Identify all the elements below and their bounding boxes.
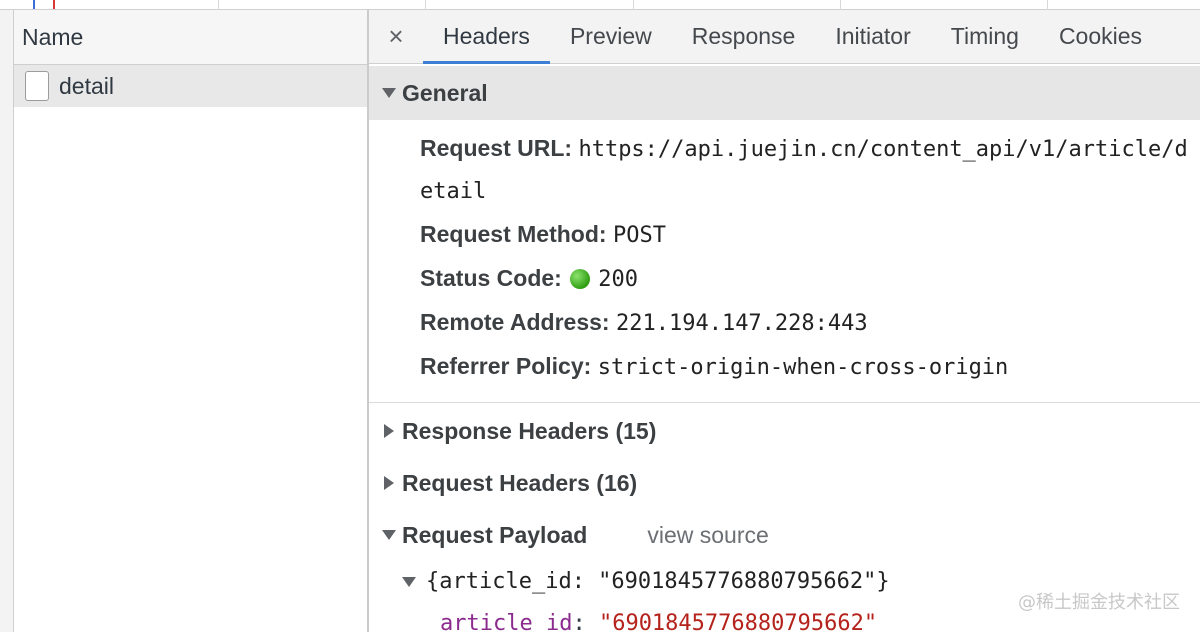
timeline-overview[interactable] [0, 0, 1200, 10]
referrer-policy-row: Referrer Policy: strict-origin-when-cros… [420, 346, 1200, 388]
general-section-title: General [402, 79, 488, 106]
request-headers-section-header[interactable]: Request Headers (16) [369, 457, 1200, 509]
triangle-right-icon [384, 424, 394, 438]
timeline-tick [840, 0, 841, 10]
document-icon [25, 71, 49, 101]
dom-content-loaded-marker [33, 0, 35, 9]
timeline-tick [425, 0, 426, 10]
request-method-value: POST [612, 223, 666, 248]
remote-address-value: 221.194.147.228:443 [615, 311, 868, 336]
referrer-policy-label: Referrer Policy: [420, 353, 592, 379]
remote-address-label: Remote Address: [420, 309, 610, 335]
status-code-row: Status Code: 200 [420, 258, 1200, 300]
triangle-down-icon [382, 88, 396, 98]
name-column-header-label: Name [22, 23, 84, 50]
close-icon[interactable]: × [369, 10, 423, 63]
status-ok-icon [570, 269, 591, 289]
response-headers-title: Response Headers (15) [402, 417, 657, 444]
payload-value: "6901845776880795662" [598, 611, 878, 632]
payload-colon: : [572, 611, 599, 632]
general-section-body: Request URL: https://api.juejin.cn/conte… [369, 120, 1200, 403]
tab-initiator[interactable]: Initiator [815, 10, 930, 63]
tab-response[interactable]: Response [672, 10, 816, 63]
general-section-header[interactable]: General [369, 66, 1200, 120]
detail-tabbar: × Headers Preview Response Initiator Tim… [369, 10, 1200, 64]
status-code-label: Status Code: [420, 265, 562, 291]
timeline-tick [218, 0, 219, 10]
watermark-text: @稀土掘金技术社区 [1018, 592, 1180, 613]
response-headers-section-header[interactable]: Response Headers (15) [369, 405, 1200, 457]
triangle-right-icon [384, 476, 394, 490]
payload-key: article_id [440, 611, 573, 632]
request-method-row: Request Method: POST [420, 214, 1200, 256]
triangle-down-icon [402, 577, 416, 587]
name-column-header[interactable]: Name [14, 10, 367, 65]
payload-summary-text: {article_id: "6901845776880795662"} [426, 569, 890, 594]
view-source-link[interactable]: view source [647, 522, 768, 549]
request-headers-title: Request Headers (16) [402, 469, 638, 496]
load-event-marker [53, 0, 55, 9]
request-detail-panel: × Headers Preview Response Initiator Tim… [369, 10, 1200, 632]
request-method-label: Request Method: [420, 221, 607, 247]
status-code-value: 200 [598, 267, 638, 292]
request-row-label: detail [59, 72, 114, 99]
triangle-down-icon [382, 530, 396, 540]
tab-cookies[interactable]: Cookies [1039, 10, 1162, 63]
tab-timing[interactable]: Timing [931, 10, 1039, 63]
request-payload-section-header[interactable]: Request Payload view source [369, 509, 1200, 561]
request-url-row: Request URL: https://api.juejin.cn/conte… [420, 128, 1198, 212]
request-url-label: Request URL: [420, 135, 573, 161]
timeline-tick [633, 0, 634, 10]
request-row[interactable]: detail [14, 65, 367, 107]
request-list-panel: Name detail [14, 10, 369, 632]
left-gutter [0, 10, 14, 632]
timeline-tick [1047, 0, 1048, 10]
tab-headers[interactable]: Headers [423, 10, 550, 64]
remote-address-row: Remote Address: 221.194.147.228:443 [420, 302, 1200, 344]
request-payload-title: Request Payload [402, 521, 588, 548]
referrer-policy-value: strict-origin-when-cross-origin [597, 355, 1009, 380]
tab-preview[interactable]: Preview [550, 10, 672, 63]
